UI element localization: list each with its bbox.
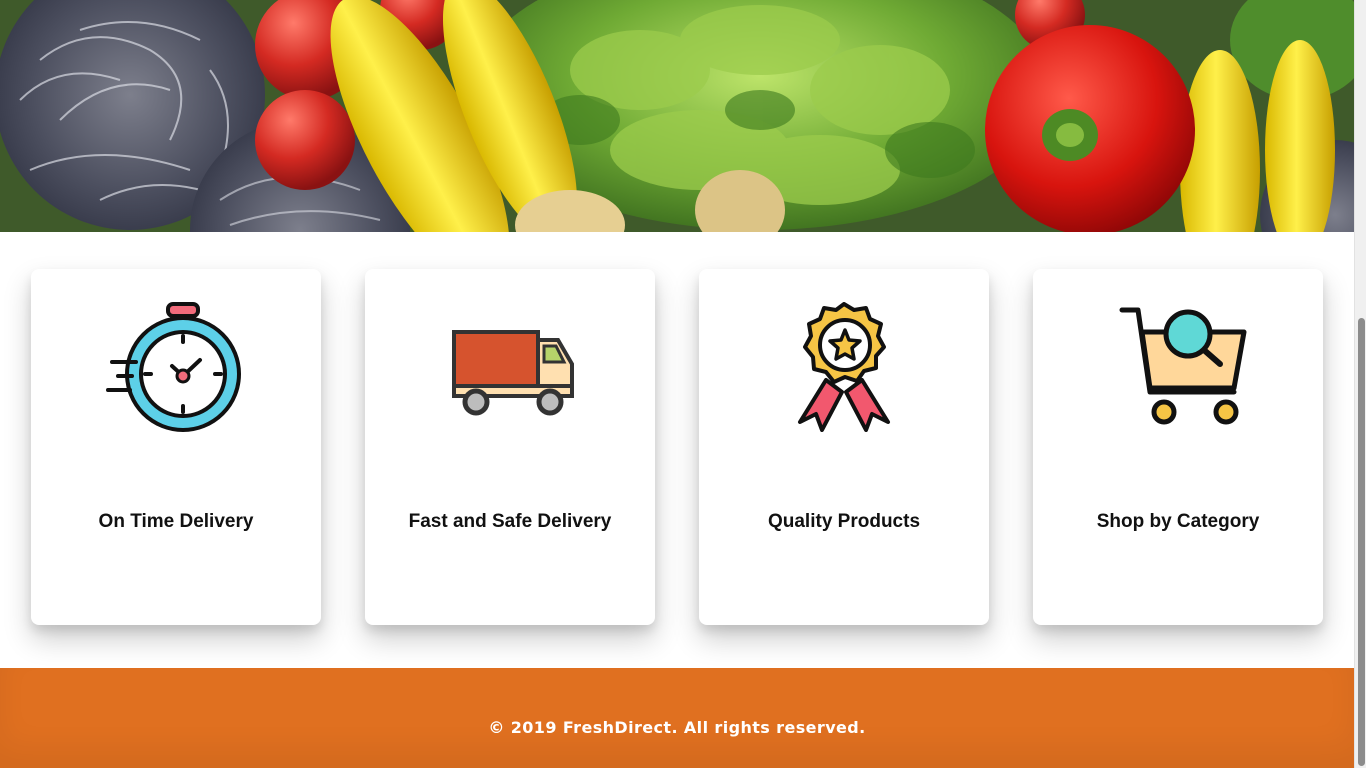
feature-title: On Time Delivery <box>98 511 254 532</box>
cart-search-icon <box>1119 307 1247 425</box>
feature-card-on-time-delivery: On Time Delivery <box>31 269 321 625</box>
award-badge-icon <box>798 302 890 432</box>
footer: © 2019 FreshDirect. All rights reserved. <box>0 668 1354 768</box>
page: On Time Delivery Fast and Safe Delivery <box>0 0 1354 768</box>
hero-banner <box>0 0 1354 232</box>
feature-card-fast-safe-delivery: Fast and Safe Delivery <box>365 269 655 625</box>
feature-title: Quality Products <box>767 511 921 532</box>
feature-title: Shop by Category <box>1096 511 1260 532</box>
scrollbar-thumb[interactable] <box>1358 318 1365 766</box>
features-section: On Time Delivery Fast and Safe Delivery <box>0 232 1354 668</box>
vertical-scrollbar[interactable] <box>1354 0 1366 768</box>
stopwatch-icon <box>106 302 241 432</box>
copyright-text: © 2019 FreshDirect. All rights reserved. <box>488 718 866 737</box>
feature-card-quality-products: Quality Products <box>699 269 989 625</box>
feature-card-shop-by-category: Shop by Category <box>1033 269 1323 625</box>
delivery-truck-icon <box>452 330 574 416</box>
vegetables-image <box>0 0 1354 232</box>
feature-title: Fast and Safe Delivery <box>408 511 612 532</box>
